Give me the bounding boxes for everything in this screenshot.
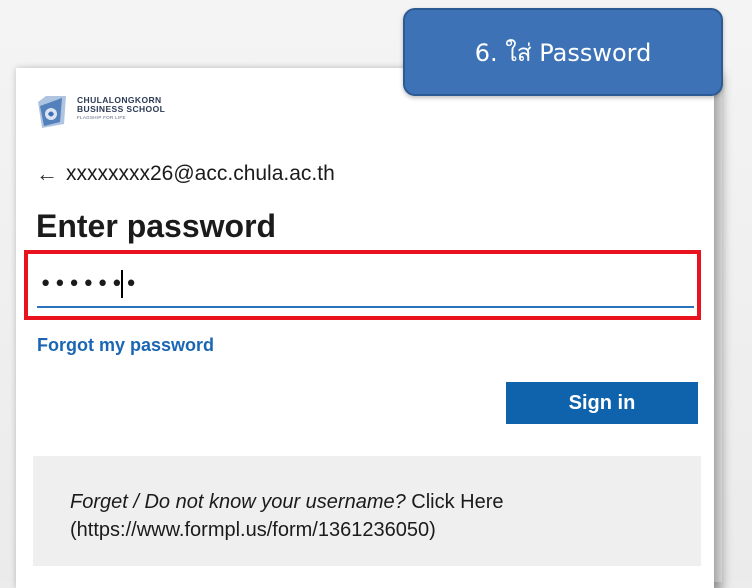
step-label: 6. ใส่ Password [474,38,652,67]
step-badge: 6. ใส่ Password [403,8,723,96]
back-arrow-icon[interactable]: ← [36,163,66,185]
help-text: Forget / Do not know your username? Clic… [70,488,690,544]
logo-line-2: BUSINESS SCHOOL [77,104,166,114]
card-edge-shadow [714,92,722,582]
help-question: Forget / Do not know your username? [70,491,406,513]
logo-line-3: FLAGSHIP FOR LIFE [77,115,126,120]
account-email: xxxxxxxx26@acc.chula.ac.th [66,162,335,185]
page-title: Enter password [36,208,277,244]
forgot-password-link[interactable]: Forgot my password [37,335,214,356]
highlight-box [24,250,701,320]
account-row: ← xxxxxxxx26@acc.chula.ac.th [36,157,335,191]
sign-in-button[interactable]: Sign in [506,382,698,424]
help-url[interactable]: (https://www.formpl.us/form/1361236050) [70,519,436,541]
logo-text: CHULALONGKORN BUSINESS SCHOOL FLAGSHIP F… [77,96,165,122]
help-click-here-link[interactable]: Click Here [411,491,503,513]
